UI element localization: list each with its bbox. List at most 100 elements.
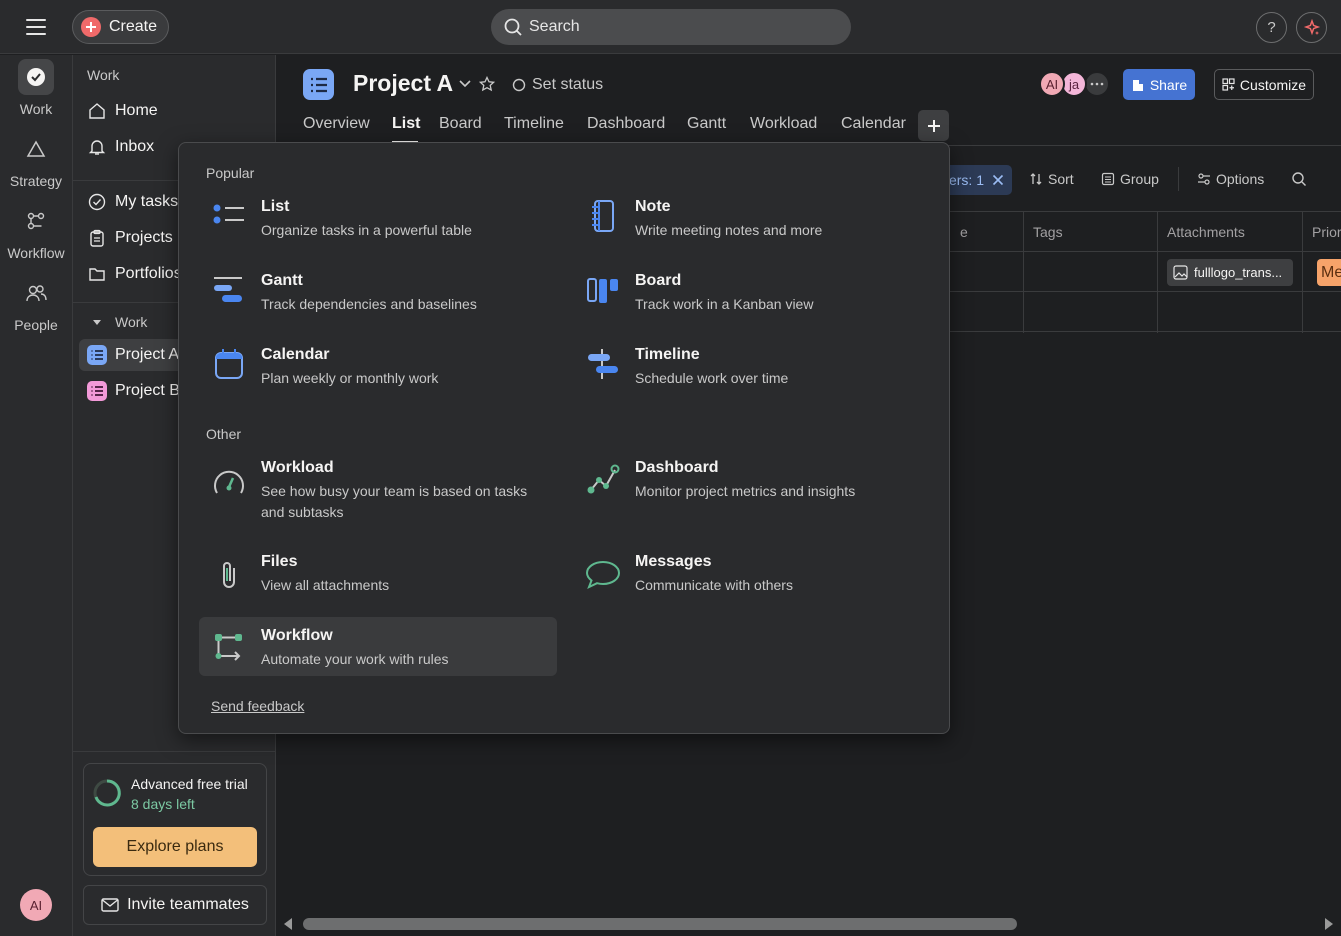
menu-item-workflow[interactable]: Workflow Automate your work with rules — [199, 617, 557, 676]
create-label: Create — [109, 18, 158, 35]
tab-list[interactable]: List — [392, 115, 420, 133]
search-placeholder: Search — [529, 18, 580, 35]
star-icon[interactable] — [479, 76, 495, 92]
rail-item-people[interactable]: People — [0, 275, 72, 333]
member-avatar[interactable]: AI — [1039, 71, 1065, 97]
mail-icon — [101, 898, 119, 912]
sidebar-item-label: Project B — [115, 382, 180, 399]
building-icon — [1131, 78, 1145, 92]
tab-dashboard[interactable]: Dashboard — [587, 115, 665, 133]
menu-item-title: Dashboard — [635, 459, 719, 476]
image-icon — [1173, 265, 1188, 280]
search-input[interactable]: Search — [491, 9, 851, 45]
send-feedback-link[interactable]: Send feedback — [211, 698, 304, 714]
tab-timeline[interactable]: Timeline — [504, 115, 564, 133]
rail-item-workflow[interactable]: Workflow — [0, 203, 72, 261]
menu-item-messages[interactable]: Messages Communicate with others — [573, 553, 931, 603]
sidebar-item-label: Portfolios — [115, 265, 182, 282]
menu-item-title: Workflow — [261, 627, 333, 644]
menu-item-desc: Automate your work with rules — [261, 651, 449, 667]
menu-item-files[interactable]: Files View all attachments — [199, 553, 557, 603]
plus-icon — [81, 17, 101, 37]
priority-badge[interactable]: Me — [1317, 259, 1341, 286]
ai-sparkle-button[interactable] — [1296, 12, 1327, 43]
project-title[interactable]: Project A — [353, 70, 453, 97]
column-header[interactable]: e — [950, 211, 1023, 252]
triangle-icon — [18, 131, 54, 167]
explore-plans-button[interactable]: Explore plans — [93, 827, 257, 867]
options-button[interactable]: Options — [1197, 171, 1264, 187]
home-icon — [87, 101, 107, 121]
horizontal-scrollbar[interactable] — [276, 912, 1341, 936]
menu-item-desc: Organize tasks in a powerful table — [261, 222, 472, 238]
menu-item-workload[interactable]: Workload See how busy your team is based… — [199, 459, 557, 531]
search-icon[interactable] — [1291, 171, 1307, 187]
timeline-icon — [585, 346, 621, 382]
check-circle-icon — [18, 59, 54, 95]
sidebar-item-home[interactable]: Home — [79, 95, 271, 127]
menu-item-desc: See how busy your team is based on tasks… — [261, 483, 528, 520]
grid-icon — [1222, 78, 1235, 91]
menu-item-title: Calendar — [261, 346, 330, 363]
plus-icon — [927, 119, 940, 132]
menu-item-list[interactable]: List Organize tasks in a powerful table — [199, 198, 557, 248]
tab-board[interactable]: Board — [439, 115, 482, 133]
list-project-icon — [87, 381, 107, 401]
menu-item-dashboard[interactable]: Dashboard Monitor project metrics and in… — [573, 459, 931, 509]
tab-workload[interactable]: Workload — [750, 115, 817, 133]
toolbar-divider — [1178, 167, 1179, 191]
column-header-tags[interactable]: Tags — [1023, 211, 1157, 252]
attachment-chip[interactable]: fulllogo_trans... — [1167, 259, 1293, 286]
share-button[interactable]: Share — [1123, 69, 1195, 100]
user-avatar[interactable]: AI — [20, 889, 52, 921]
clipboard-icon — [87, 228, 107, 248]
task-table: e Tags Attachments Prior fulllogo_trans.… — [950, 211, 1341, 333]
top-bar: Create Search ? — [0, 0, 1341, 54]
trial-card: Advanced free trial 8 days left Explore … — [83, 763, 267, 876]
tab-gantt[interactable]: Gantt — [687, 115, 726, 133]
tab-overview[interactable]: Overview — [303, 115, 370, 133]
menu-item-desc: Write meeting notes and more — [635, 222, 823, 238]
scrollbar-thumb[interactable] — [303, 918, 1017, 930]
sort-button[interactable]: Sort — [1029, 171, 1074, 187]
menu-item-note[interactable]: Note Write meeting notes and more — [573, 198, 931, 248]
left-rail: Work Strategy Workflow People — [0, 55, 72, 936]
scroll-left-arrow-icon[interactable] — [283, 918, 293, 930]
trial-title: Advanced free trial — [131, 776, 248, 792]
project-icon[interactable] — [303, 69, 334, 100]
more-members-icon[interactable] — [1084, 71, 1110, 97]
menu-item-desc: Plan weekly or monthly work — [261, 370, 439, 386]
invite-teammates-button[interactable]: Invite teammates — [83, 885, 267, 925]
menu-section-popular: Popular — [206, 165, 255, 181]
filter-chip-label: ers: 1 — [948, 172, 984, 188]
chevron-down-icon[interactable] — [458, 78, 472, 90]
table-row[interactable] — [950, 292, 1341, 332]
tab-calendar[interactable]: Calendar — [841, 115, 906, 133]
menu-item-timeline[interactable]: Timeline Schedule work over time — [573, 346, 931, 396]
calendar-icon — [211, 346, 247, 382]
menu-item-desc: Schedule work over time — [635, 370, 789, 386]
menu-item-title: Gantt — [261, 272, 303, 289]
create-button[interactable]: Create — [72, 10, 169, 44]
scroll-right-arrow-icon[interactable] — [1324, 918, 1334, 930]
gantt-icon — [211, 272, 247, 308]
sidebar-section-label: Work — [115, 314, 148, 330]
group-button[interactable]: Group — [1101, 171, 1159, 187]
column-divider — [1302, 211, 1303, 333]
rail-item-work[interactable]: Work — [0, 59, 72, 117]
menu-item-gantt[interactable]: Gantt Track dependencies and baselines — [199, 272, 557, 322]
add-tab-button[interactable] — [918, 110, 949, 141]
menu-item-calendar[interactable]: Calendar Plan weekly or monthly work — [199, 346, 557, 396]
column-header-priority[interactable]: Prior — [1302, 211, 1341, 252]
share-label: Share — [1149, 76, 1188, 93]
column-header-attachments[interactable]: Attachments — [1157, 211, 1302, 252]
customize-button[interactable]: Customize — [1214, 69, 1314, 100]
close-icon[interactable] — [992, 174, 1004, 186]
rail-item-strategy[interactable]: Strategy — [0, 131, 72, 189]
hamburger-menu-icon[interactable] — [22, 14, 50, 40]
menu-item-board[interactable]: Board Track work in a Kanban view — [573, 272, 931, 322]
set-status-button[interactable]: Set status — [512, 76, 603, 94]
help-button[interactable]: ? — [1256, 12, 1287, 43]
sidebar-item-label: Inbox — [115, 138, 155, 155]
sort-label: Sort — [1048, 171, 1074, 187]
